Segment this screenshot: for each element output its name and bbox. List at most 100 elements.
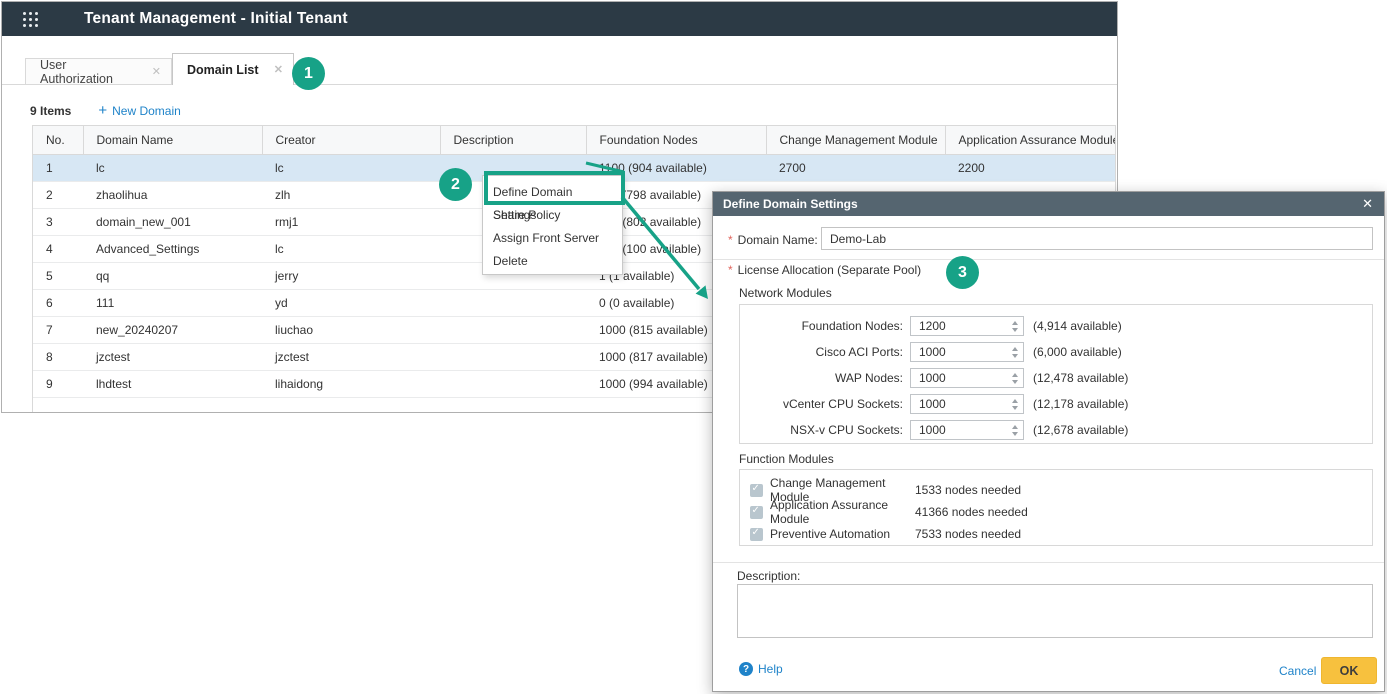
cell-no: 6 xyxy=(33,289,83,316)
cell-domain-name: new_20240207 xyxy=(83,316,262,343)
cell-domain-name: zhaolihua xyxy=(83,181,262,208)
license-allocation-label: License Allocation (Separate Pool) xyxy=(738,263,921,277)
network-module-row: Cisco ACI Ports: 1000 (6,000 available) xyxy=(740,339,1372,365)
spinner-up-icon[interactable] xyxy=(1012,321,1018,325)
domain-name-input[interactable]: Demo-Lab xyxy=(821,227,1373,250)
number-input[interactable]: 1000 xyxy=(910,342,1024,362)
screenshot-canvas: Tenant Management - Initial Tenant User … xyxy=(0,0,1387,694)
cell-creator: zlh xyxy=(262,181,440,208)
network-module-row: WAP Nodes: 1000 (12,478 available) xyxy=(740,365,1372,391)
cell-creator: liuchao xyxy=(262,316,440,343)
cell-creator: lc xyxy=(262,154,440,181)
nodes-needed-value: 7533 nodes needed xyxy=(915,527,1021,541)
spinner-up-down-icon[interactable] xyxy=(1007,369,1023,387)
spinner-down-icon[interactable] xyxy=(1012,328,1018,332)
spinner-up-icon[interactable] xyxy=(1012,373,1018,377)
cell-domain-name: lhdtest xyxy=(83,370,262,397)
cell-change-management: 2700 xyxy=(766,154,945,181)
cell-creator: yd xyxy=(262,289,440,316)
cell-no: 2 xyxy=(33,181,83,208)
cancel-button[interactable]: Cancel xyxy=(1279,664,1316,678)
network-module-row: NSX-v CPU Sockets: 1000 (12,678 availabl… xyxy=(740,417,1372,443)
dialog-close-icon[interactable]: ✕ xyxy=(1362,196,1373,212)
required-asterisk: * xyxy=(728,263,733,277)
dialog-title: Define Domain Settings xyxy=(723,197,858,211)
domain-name-row: * Domain Name: xyxy=(728,233,818,247)
cell-application-assurance: 2200 xyxy=(945,154,1115,181)
cell-domain-name: jzctest xyxy=(83,343,262,370)
number-input[interactable]: 1000 xyxy=(910,368,1024,388)
column-header[interactable]: Domain Name xyxy=(83,126,262,154)
plus-icon: + xyxy=(98,102,107,119)
cell-no: 8 xyxy=(33,343,83,370)
description-label: Description: xyxy=(737,569,800,583)
context-menu-item[interactable]: Share Policy xyxy=(483,204,622,227)
cell-creator: jerry xyxy=(262,262,440,289)
help-button[interactable]: ? Help xyxy=(739,662,783,676)
network-module-label: Cisco ACI Ports: xyxy=(740,345,903,359)
dialog-divider xyxy=(713,562,1384,563)
app-launcher-grid-icon[interactable] xyxy=(22,11,38,27)
spinner-down-icon[interactable] xyxy=(1012,432,1018,436)
required-asterisk: * xyxy=(728,233,733,247)
ok-button[interactable]: OK xyxy=(1321,657,1377,684)
cell-no: 3 xyxy=(33,208,83,235)
spinner-down-icon[interactable] xyxy=(1012,354,1018,358)
tab-close-icon[interactable]: ✕ xyxy=(274,63,283,76)
column-header[interactable]: Creator xyxy=(262,126,440,154)
license-allocation-row: * License Allocation (Separate Pool) xyxy=(728,263,921,277)
spinner-down-icon[interactable] xyxy=(1012,406,1018,410)
function-modules-box: Change Management Module 1533 nodes need… xyxy=(739,469,1373,546)
tab-label: User Authorization xyxy=(40,58,142,86)
column-header[interactable]: Foundation Nodes xyxy=(586,126,766,154)
cell-domain-name: Advanced_Settings xyxy=(83,235,262,262)
column-header[interactable]: Application Assurance Module xyxy=(945,126,1115,154)
spinner-up-down-icon[interactable] xyxy=(1007,343,1023,361)
column-header[interactable]: Change Management Module xyxy=(766,126,945,154)
help-icon: ? xyxy=(739,662,753,676)
spinner-up-icon[interactable] xyxy=(1012,347,1018,351)
checkbox-checked-icon[interactable] xyxy=(750,484,763,497)
tab-close-icon[interactable]: ✕ xyxy=(152,65,161,78)
column-header[interactable]: Description xyxy=(440,126,586,154)
new-domain-button[interactable]: + New Domain xyxy=(98,102,180,119)
checkbox-checked-icon[interactable] xyxy=(750,506,763,519)
spinner-up-down-icon[interactable] xyxy=(1007,317,1023,335)
context-menu-item[interactable]: Delete xyxy=(483,250,622,273)
available-count: (12,478 available) xyxy=(1033,371,1128,385)
tab-user-authorization[interactable]: User Authorization ✕ xyxy=(25,58,172,85)
tab-domain-list[interactable]: Domain List ✕ xyxy=(172,53,294,85)
define-domain-settings-dialog: Define Domain Settings ✕ * Domain Name: … xyxy=(712,191,1385,692)
dialog-titlebar: Define Domain Settings ✕ xyxy=(713,192,1384,216)
number-input[interactable]: 1000 xyxy=(910,394,1024,414)
cell-no: 9 xyxy=(33,370,83,397)
function-module-row: Preventive Automation 7533 nodes needed xyxy=(740,523,1372,545)
spinner-up-icon[interactable] xyxy=(1012,399,1018,403)
network-module-label: NSX-v CPU Sockets: xyxy=(740,423,903,437)
app-header: Tenant Management - Initial Tenant xyxy=(2,2,1117,36)
number-input[interactable]: 1000 xyxy=(910,420,1024,440)
number-input[interactable]: 1200 xyxy=(910,316,1024,336)
cell-creator: lihaidong xyxy=(262,370,440,397)
domain-name-label: Domain Name: xyxy=(738,233,818,247)
available-count: (12,678 available) xyxy=(1033,423,1128,437)
description-textarea[interactable] xyxy=(737,584,1373,638)
spinner-up-down-icon[interactable] xyxy=(1007,395,1023,413)
function-modules-label: Function Modules xyxy=(739,452,834,466)
cell-description xyxy=(440,370,586,397)
cell-no: 7 xyxy=(33,316,83,343)
annotation-step-2: 2 xyxy=(439,168,472,201)
column-header[interactable]: No. xyxy=(33,126,83,154)
available-count: (4,914 available) xyxy=(1033,319,1122,333)
cell-domain-name: lc xyxy=(83,154,262,181)
function-module-row: Application Assurance Module 41366 nodes… xyxy=(740,501,1372,523)
spinner-up-down-icon[interactable] xyxy=(1007,421,1023,439)
spinner-up-icon[interactable] xyxy=(1012,425,1018,429)
spinner-down-icon[interactable] xyxy=(1012,380,1018,384)
table-toolbar: 9 Items + New Domain xyxy=(30,102,181,119)
cell-domain-name: qq xyxy=(83,262,262,289)
nodes-needed-value: 1533 nodes needed xyxy=(915,483,1021,497)
checkbox-checked-icon[interactable] xyxy=(750,528,763,541)
cell-creator: jzctest xyxy=(262,343,440,370)
context-menu-item[interactable]: Assign Front Server xyxy=(483,227,622,250)
